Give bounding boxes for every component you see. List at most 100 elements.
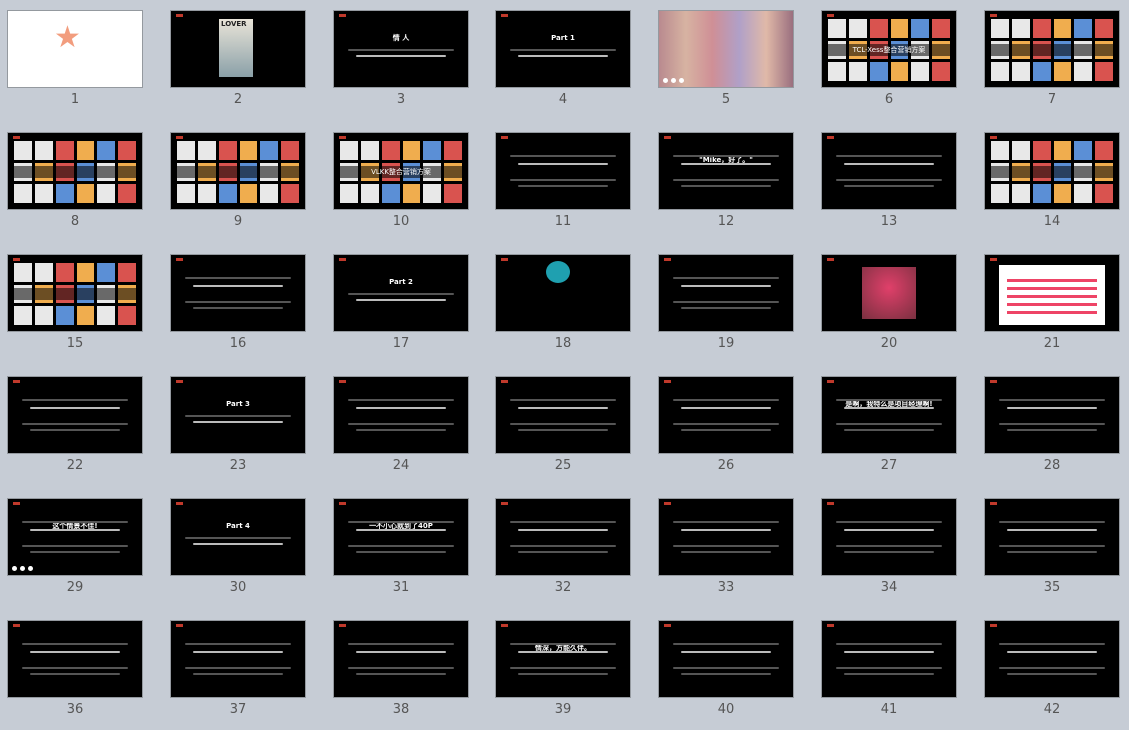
mosaic-tile [1053, 19, 1072, 38]
slide-cell[interactable]: 一不小心就到了40P 31 [334, 499, 470, 604]
slide-thumbnail[interactable]: Part 2 [334, 255, 468, 331]
slide-thumbnail[interactable] [334, 621, 468, 697]
slide-cell[interactable]: 33 [659, 499, 795, 604]
slide-cell[interactable]: 8 [8, 133, 144, 238]
slide-thumbnail[interactable]: 这个情景不佳! [8, 499, 142, 575]
slide-thumbnail[interactable] [496, 255, 630, 331]
slide-thumbnail[interactable]: Part 4 [171, 499, 305, 575]
slide-thumbnail[interactable]: Part 3 [171, 377, 305, 453]
slide-cell[interactable]: Part 2 17 [334, 255, 470, 360]
slide-cell[interactable]: 9 [171, 133, 307, 238]
slide-thumbnail[interactable]: 情深，方能久伴。 [496, 621, 630, 697]
text-line [348, 667, 454, 669]
slide-number: 27 [880, 458, 898, 473]
slide-number: 1 [70, 92, 80, 107]
slide-cell[interactable]: Part 3 23 [171, 377, 307, 482]
slide-cell[interactable]: 32 [496, 499, 632, 604]
slide-thumbnail[interactable] [659, 499, 793, 575]
slide-thumbnail[interactable] [496, 499, 630, 575]
slide-cell[interactable]: 25 [496, 377, 632, 482]
slide-cell[interactable]: Part 4 30 [171, 499, 307, 604]
slide-dots-icon[interactable] [12, 78, 33, 83]
slide-cell[interactable]: 15 [8, 255, 144, 360]
slide-cell[interactable]: 35 [985, 499, 1121, 604]
slide-cell[interactable]: ★ 1 [8, 11, 144, 116]
dot [20, 78, 25, 83]
slide-thumbnail[interactable] [985, 377, 1119, 453]
slide-thumbnail[interactable]: 一不小心就到了40P [334, 499, 468, 575]
slide-cell[interactable]: 41 [822, 621, 958, 726]
slide-cell[interactable]: TCL-Xess整合营销方案 6 [822, 11, 958, 116]
slide-thumbnail[interactable] [8, 133, 142, 209]
slide-thumbnail[interactable] [8, 621, 142, 697]
slide-cell[interactable]: 34 [822, 499, 958, 604]
slide-cell[interactable]: 11 [496, 133, 632, 238]
slide-thumbnail[interactable]: Part 1 [496, 11, 630, 87]
slide-thumbnail[interactable] [8, 255, 142, 331]
slide-thumbnail[interactable] [8, 377, 142, 453]
slide-thumbnail[interactable] [985, 621, 1119, 697]
slide-cell[interactable]: LOVER 2 [171, 11, 307, 116]
slide-thumbnail[interactable] [659, 377, 793, 453]
slide-cell[interactable]: 13 [822, 133, 958, 238]
slide-thumbnail[interactable] [496, 377, 630, 453]
slide-cell[interactable]: 40 [659, 621, 795, 726]
slide-cell[interactable]: 36 [8, 621, 144, 726]
slide-cell[interactable]: 19 [659, 255, 795, 360]
slide-cell[interactable]: 38 [334, 621, 470, 726]
slide-thumbnail[interactable] [822, 621, 956, 697]
text-line [510, 423, 616, 425]
slide-thumbnail[interactable] [659, 621, 793, 697]
slide-thumbnail[interactable] [496, 133, 630, 209]
slide-cell[interactable]: 16 [171, 255, 307, 360]
slide-thumbnail[interactable] [171, 255, 305, 331]
slide-cell[interactable]: 是啊，我特么是项目经理啊! 27 [822, 377, 958, 482]
slide-cell[interactable]: Part 1 4 [496, 11, 632, 116]
slide-cell[interactable]: 28 [985, 377, 1121, 482]
text-line [30, 651, 120, 653]
slide-cell[interactable]: 24 [334, 377, 470, 482]
slide-cell[interactable]: 情深，方能久伴。 39 [496, 621, 632, 726]
slide-thumbnail[interactable] [659, 11, 793, 87]
slide-thumbnail[interactable]: TCL-Xess整合营销方案 [822, 11, 956, 87]
slide-cell[interactable]: 这个情景不佳! 29 [8, 499, 144, 604]
slide-thumbnail[interactable] [822, 255, 956, 331]
slide-thumbnail[interactable] [659, 255, 793, 331]
slide-cell[interactable]: 37 [171, 621, 307, 726]
slide-cell[interactable]: "Mike，好了。" 12 [659, 133, 795, 238]
slide-cell[interactable]: 22 [8, 377, 144, 482]
slide-thumbnail[interactable] [985, 255, 1119, 331]
slide-cell[interactable]: 7 [985, 11, 1121, 116]
slide-thumbnail[interactable]: "Mike，好了。" [659, 133, 793, 209]
slide-number: 17 [392, 336, 410, 351]
slide-dots-icon[interactable] [12, 566, 33, 571]
slide-thumbnail[interactable] [171, 133, 305, 209]
slide-thumbnail[interactable] [171, 621, 305, 697]
slide-cell[interactable]: 26 [659, 377, 795, 482]
slide-thumbnail[interactable] [822, 133, 956, 209]
slide-cell[interactable]: VLKK整合营销方案 10 [334, 133, 470, 238]
slide-thumbnail[interactable] [985, 133, 1119, 209]
text-line [999, 667, 1105, 669]
slide-thumbnail[interactable] [334, 377, 468, 453]
text-line [356, 673, 446, 675]
slide-thumbnail[interactable] [985, 499, 1119, 575]
slide-cell[interactable]: 20 [822, 255, 958, 360]
slide-thumbnail[interactable]: VLKK整合营销方案 [334, 133, 468, 209]
slide-cell[interactable]: 21 [985, 255, 1121, 360]
mosaic-tile [55, 263, 74, 282]
slide-thumbnail[interactable]: 情 人 [334, 11, 468, 87]
slide-thumbnail[interactable]: 是啊，我特么是项目经理啊! [822, 377, 956, 453]
slide-thumbnail[interactable]: ★ [8, 11, 142, 87]
slide-cell[interactable]: 14 [985, 133, 1121, 238]
slide-dots-icon[interactable] [663, 78, 684, 83]
slide-cell[interactable]: 18 [496, 255, 632, 360]
slide-thumbnail[interactable] [822, 499, 956, 575]
slide-thumbnail[interactable] [985, 11, 1119, 87]
slide-thumbnail[interactable]: LOVER [171, 11, 305, 87]
brand-logo-icon [176, 136, 183, 139]
slide-cell[interactable]: 5 [659, 11, 795, 116]
slide-cell[interactable]: 42 [985, 621, 1121, 726]
brand-logo-icon [664, 624, 671, 627]
slide-cell[interactable]: 情 人 3 [334, 11, 470, 116]
